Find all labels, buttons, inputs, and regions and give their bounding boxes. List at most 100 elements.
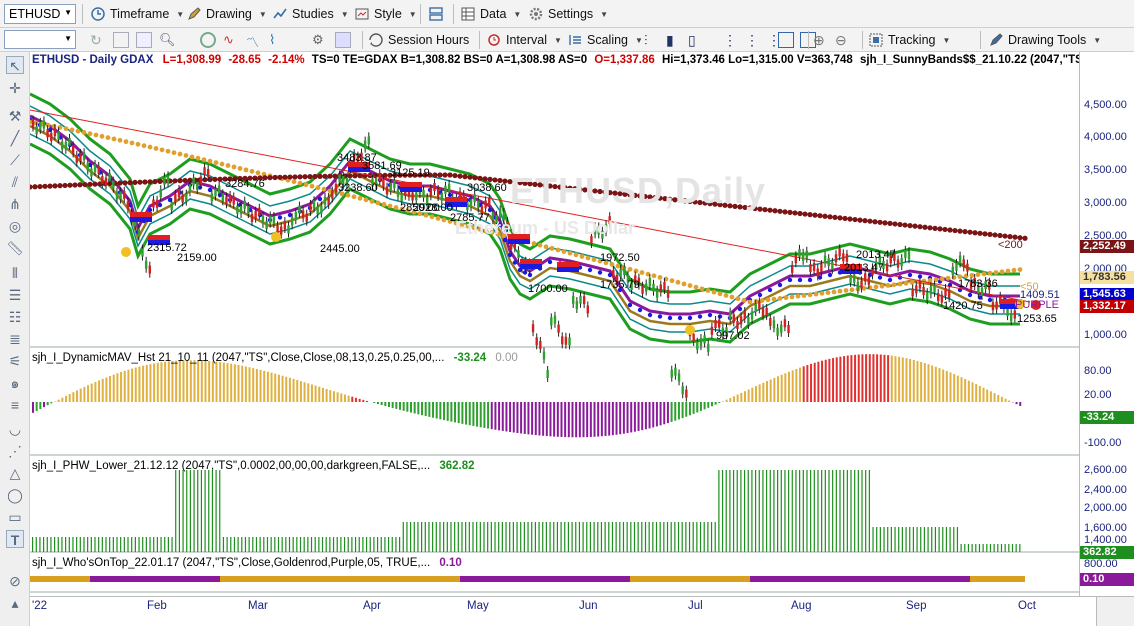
ma50-dot: [1005, 268, 1011, 274]
rectangle-icon[interactable]: ▭: [6, 508, 24, 526]
price-annotation: 2785.77: [450, 212, 490, 224]
phw-bar: [200, 470, 203, 552]
hist-bar: [732, 396, 735, 402]
bar-chart-icon[interactable]: ⫶: [644, 32, 660, 48]
triangle-icon[interactable]: △: [6, 464, 24, 482]
cycle-icon[interactable]: ◎: [6, 217, 24, 235]
data-menu[interactable]: Data ▼: [460, 4, 521, 24]
chart-wave-icon[interactable]: 〽: [246, 32, 262, 50]
ma200-dot: [432, 172, 438, 178]
ruler-icon[interactable]: 📏︎: [6, 239, 24, 257]
hist-bar: [402, 402, 405, 411]
ma200-dot: [937, 226, 943, 232]
phw-bar: [167, 537, 169, 552]
panel2-tick-label: -100.00: [1084, 437, 1122, 449]
candlestick-2-icon[interactable]: ▯: [688, 32, 704, 48]
phw-bar: [358, 537, 360, 552]
fib-extension-icon[interactable]: ≣: [6, 330, 24, 348]
refresh-icon[interactable]: ↻: [90, 32, 106, 48]
ray-icon[interactable]: ⟋: [6, 151, 24, 169]
phw-bar: [332, 537, 335, 552]
ma50-dot: [771, 296, 777, 302]
text-tool-icon[interactable]: T: [6, 530, 24, 548]
magnifier-icon[interactable]: 🔍︎: [159, 32, 176, 48]
phw-bar: [641, 522, 643, 552]
price-axis[interactable]: 4,500.00 4,000.00 3,500.00 3,000.00 2,500.00…: [1079, 52, 1134, 596]
wrench-icon[interactable]: ⚒: [6, 107, 24, 125]
price-tick-label: 3,500.00: [1084, 164, 1127, 176]
trendline-icon[interactable]: ╱: [6, 129, 24, 147]
candlestick-icon[interactable]: ▮: [666, 32, 682, 48]
candle-body: [1013, 310, 1017, 319]
drawing-menu[interactable]: Drawing ▼: [186, 4, 267, 24]
style-menu[interactable]: Style ▼: [354, 4, 417, 24]
chevron-down-icon[interactable]: ▼: [64, 34, 72, 43]
chart-area[interactable]: ETHUSD - Daily GDAX L=1,308.99 -28.65 -2…: [27, 52, 1132, 596]
zoom-out-icon[interactable]: ⊖: [835, 32, 851, 48]
timeframe-menu[interactable]: Timeframe ▼: [90, 4, 184, 24]
ma50-dot: [843, 288, 849, 293]
ma50-dot: [93, 132, 99, 138]
ma200-dot: [182, 177, 188, 184]
vertical-lines-icon[interactable]: ⦀: [6, 264, 24, 282]
spiral-icon[interactable]: ๑: [6, 374, 24, 392]
price-annotation: 1735.79: [600, 279, 640, 291]
gann-icon[interactable]: ☷: [6, 308, 24, 326]
table-icon[interactable]: [136, 32, 152, 48]
scroll-up-icon[interactable]: ▴: [6, 594, 24, 612]
settings-menu[interactable]: Settings ▼: [528, 4, 608, 24]
hist-bar: [90, 383, 93, 402]
gauge-icon[interactable]: [200, 32, 216, 48]
candle-body: [214, 188, 217, 197]
candle-body: [305, 213, 308, 222]
time-axis[interactable]: '22 Feb Mar Apr May Jun Jul Aug Sep Oct: [30, 596, 1134, 626]
grid-icon[interactable]: [113, 32, 129, 48]
symbol-input[interactable]: ETHUSD ▼: [4, 4, 76, 24]
hist-bar: [131, 368, 134, 402]
candle-body: [805, 250, 808, 259]
crosshair-icon[interactable]: ✛: [6, 79, 24, 97]
chart-canvas[interactable]: [27, 52, 1079, 596]
bar-style-2-icon[interactable]: ⋮: [745, 32, 761, 48]
settings-chart-icon[interactable]: ⚙: [312, 32, 328, 48]
chevron-down-icon[interactable]: ▼: [64, 8, 72, 17]
phw-bar: [740, 470, 742, 552]
chart-line-icon[interactable]: ⌇: [269, 32, 285, 48]
interval-menu[interactable]: Interval ▼: [486, 30, 562, 50]
hist-bar: [446, 402, 449, 421]
candle-body: [90, 168, 93, 177]
ellipse-icon[interactable]: ◯: [6, 486, 24, 504]
fib-fan-icon[interactable]: ⚟: [6, 352, 24, 370]
candle-body: [845, 253, 849, 262]
layout-button[interactable]: [428, 4, 444, 24]
blue-ma-dot: [707, 312, 713, 318]
studies-menu[interactable]: Studies ▼: [272, 4, 349, 24]
scaling-menu[interactable]: Scaling ▼: [567, 30, 643, 50]
phw-bar: [413, 522, 415, 552]
ma200-dot: [852, 216, 858, 223]
session-hours-menu[interactable]: Session Hours: [368, 30, 469, 50]
bars-icon[interactable]: [335, 32, 351, 48]
zoom-in-icon[interactable]: ⊕: [813, 32, 829, 48]
interval-input[interactable]: ▼: [4, 30, 76, 49]
panel-icon[interactable]: [778, 32, 794, 48]
arc-icon[interactable]: ◡: [6, 420, 24, 438]
speed-lines-icon[interactable]: ⋰: [6, 442, 24, 460]
pitchfork-icon[interactable]: ⋔: [6, 195, 24, 213]
tracking-menu[interactable]: Tracking ▼: [868, 30, 950, 50]
candle-body: [732, 314, 735, 323]
channel-icon[interactable]: ⫽: [6, 173, 24, 191]
pointer-icon[interactable]: ↖: [6, 56, 24, 74]
eraser-icon[interactable]: ⊘: [6, 572, 24, 590]
signal-icon[interactable]: ∿: [223, 32, 239, 48]
levels-icon[interactable]: ≡: [6, 396, 24, 414]
fib-lines-icon[interactable]: ☰: [6, 286, 24, 304]
phw-bar: [1019, 544, 1021, 552]
blue-ma-dot: [827, 272, 833, 278]
ma50-dot: [441, 217, 447, 223]
candle-body: [958, 255, 962, 264]
phw-bar: [861, 470, 863, 552]
signal-marker-red: [148, 235, 170, 240]
drawing-tools-menu[interactable]: Drawing Tools ▼: [988, 30, 1101, 50]
bar-style-icon[interactable]: ⋮: [723, 32, 739, 48]
